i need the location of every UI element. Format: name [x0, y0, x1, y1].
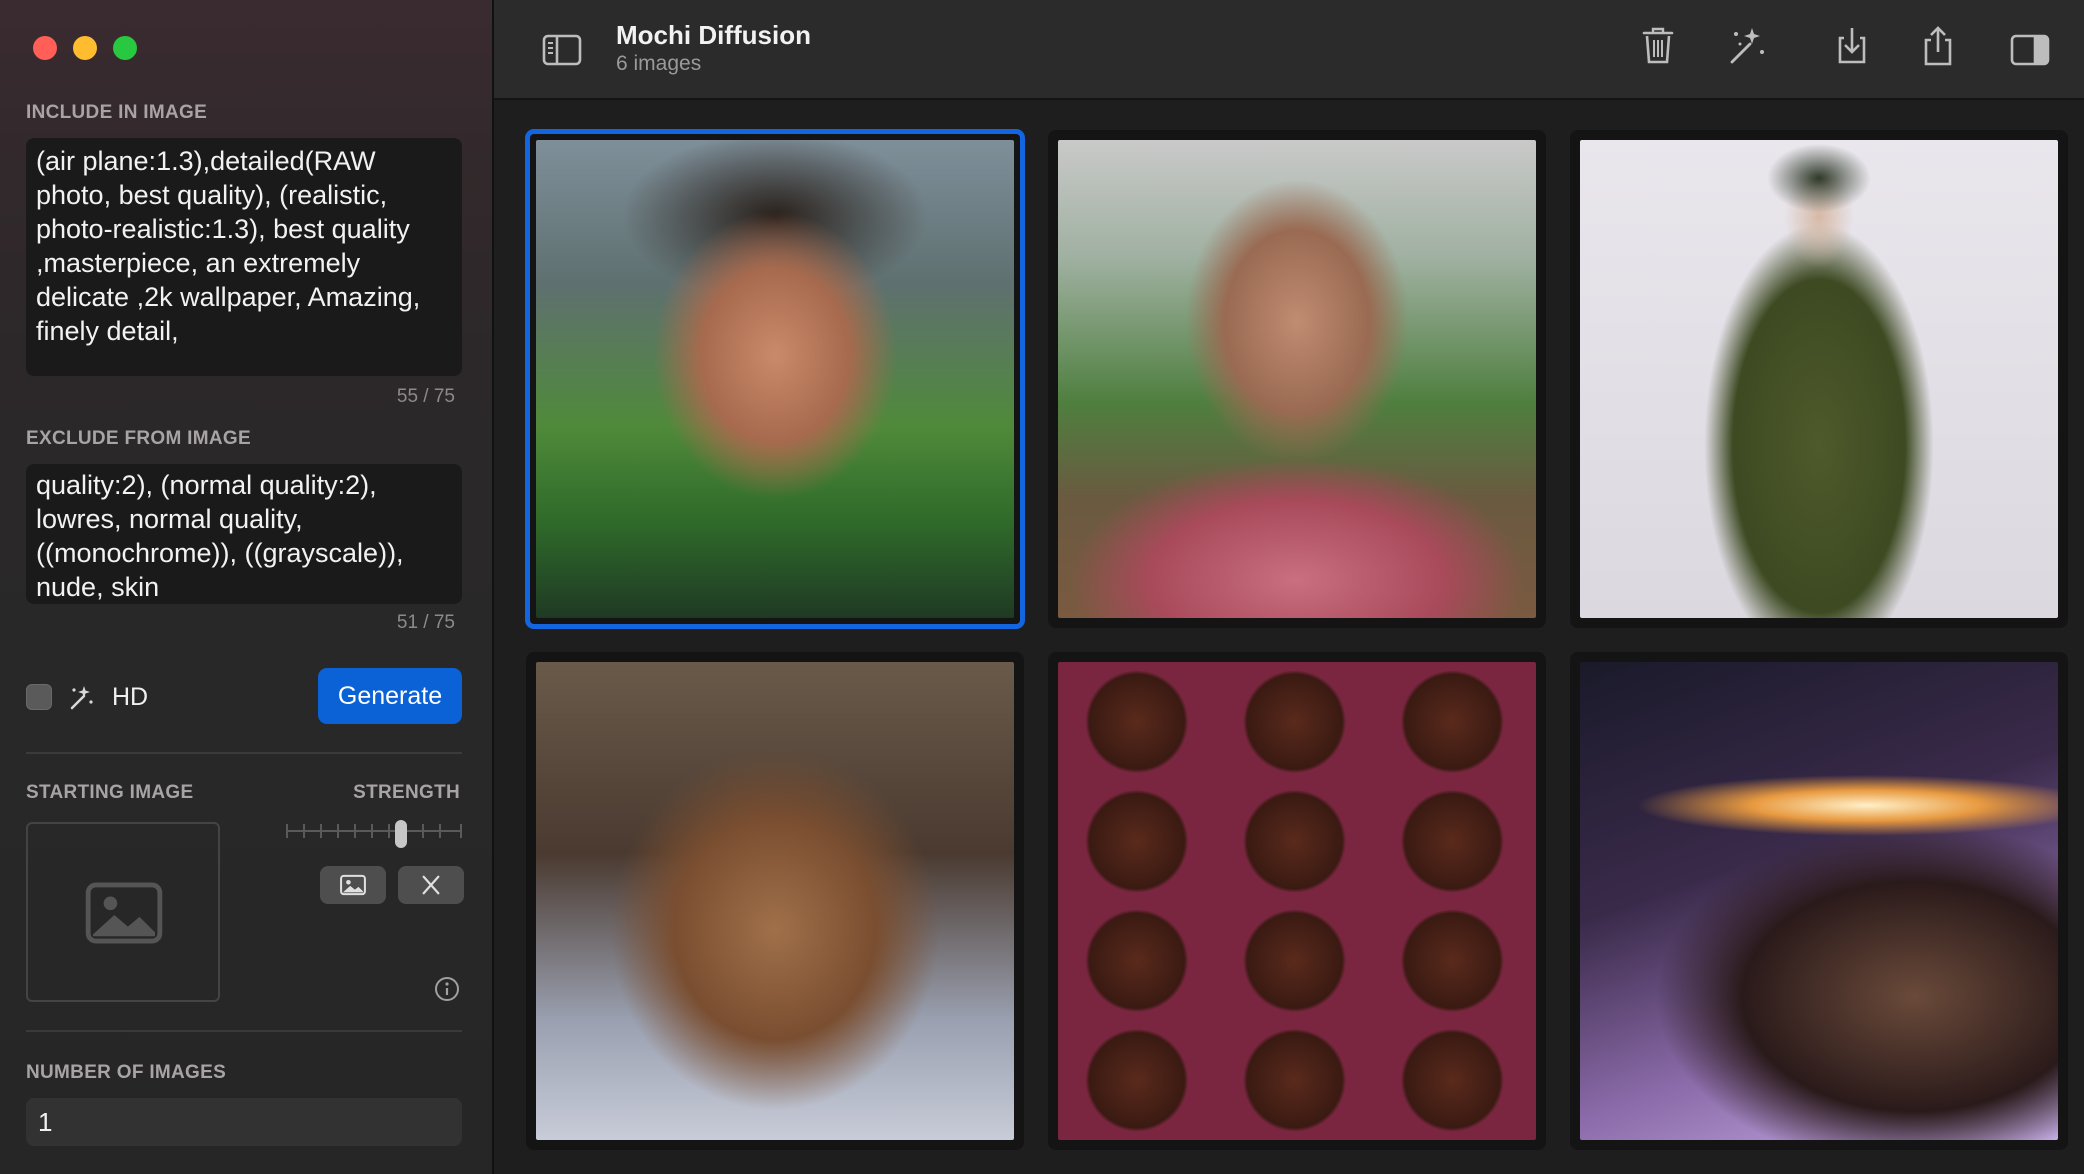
- aircraft-window-image: [1580, 662, 2058, 1140]
- include-prompt-input[interactable]: (air plane:1.3),detailed(RAW photo, best…: [26, 138, 462, 376]
- image-thumbnail[interactable]: [526, 652, 1024, 1150]
- exclude-char-count: 51 / 75: [396, 612, 455, 633]
- starting-image-dropzone[interactable]: [26, 822, 220, 1002]
- exclude-label: EXCLUDE FROM IMAGE: [26, 428, 251, 449]
- share-icon[interactable]: [1916, 24, 1960, 68]
- number-of-images-label: NUMBER OF IMAGES: [26, 1062, 227, 1083]
- hd-label: HD: [112, 683, 149, 711]
- portrait-image: [536, 140, 1014, 618]
- starting-image-label: STARTING IMAGE: [26, 782, 194, 803]
- info-icon[interactable]: [434, 976, 460, 1002]
- select-starting-image-button[interactable]: [320, 866, 386, 904]
- inspector-toggle-icon[interactable]: [2008, 28, 2052, 72]
- image-grid: [494, 100, 2084, 1174]
- image-thumbnail[interactable]: [1570, 130, 2068, 628]
- strength-slider-knob[interactable]: [395, 820, 407, 848]
- clear-starting-image-button[interactable]: [398, 866, 464, 904]
- close-window-button[interactable]: [33, 36, 57, 60]
- minimize-window-button[interactable]: [73, 36, 97, 60]
- chocolates-image: [1058, 662, 1536, 1140]
- maximize-window-button[interactable]: [113, 36, 137, 60]
- image-count: 6 images: [616, 52, 702, 75]
- include-label: INCLUDE IN IMAGE: [26, 102, 208, 123]
- image-thumbnail-selected[interactable]: [525, 129, 1025, 629]
- hd-checkbox[interactable]: [26, 684, 52, 710]
- wooden-structure-image: [536, 662, 1014, 1140]
- portrait-image: [1058, 140, 1536, 618]
- image-placeholder-icon: [85, 882, 163, 944]
- image-thumbnail[interactable]: [1570, 652, 2068, 1150]
- include-char-count: 55 / 75: [396, 386, 455, 407]
- toolbar: Mochi Diffusion 6 images: [494, 0, 2084, 100]
- window-title: Mochi Diffusion: [616, 20, 811, 50]
- divider: [26, 1030, 462, 1032]
- number-of-images-input[interactable]: 1: [26, 1098, 462, 1146]
- magic-wand-icon: [70, 686, 93, 710]
- divider: [26, 752, 462, 754]
- image-thumbnail[interactable]: [1048, 652, 1546, 1150]
- strength-label: STRENGTH: [353, 782, 460, 803]
- exclude-prompt-input[interactable]: quality:2), (normal quality:2), lowres, …: [26, 464, 462, 604]
- strength-slider-track[interactable]: [286, 830, 462, 832]
- generate-button[interactable]: Generate: [318, 668, 462, 724]
- image-thumbnail[interactable]: [1048, 130, 1546, 628]
- download-icon[interactable]: [1830, 24, 1874, 68]
- fashion-image: [1580, 140, 2058, 618]
- magic-wand-icon[interactable]: [1724, 24, 1768, 68]
- sidebar-toggle-icon[interactable]: [540, 28, 584, 72]
- close-icon: [422, 875, 440, 895]
- photo-icon: [340, 874, 366, 896]
- trash-icon[interactable]: [1636, 24, 1680, 68]
- sidebar: INCLUDE IN IMAGE (air plane:1.3),detaile…: [0, 0, 494, 1174]
